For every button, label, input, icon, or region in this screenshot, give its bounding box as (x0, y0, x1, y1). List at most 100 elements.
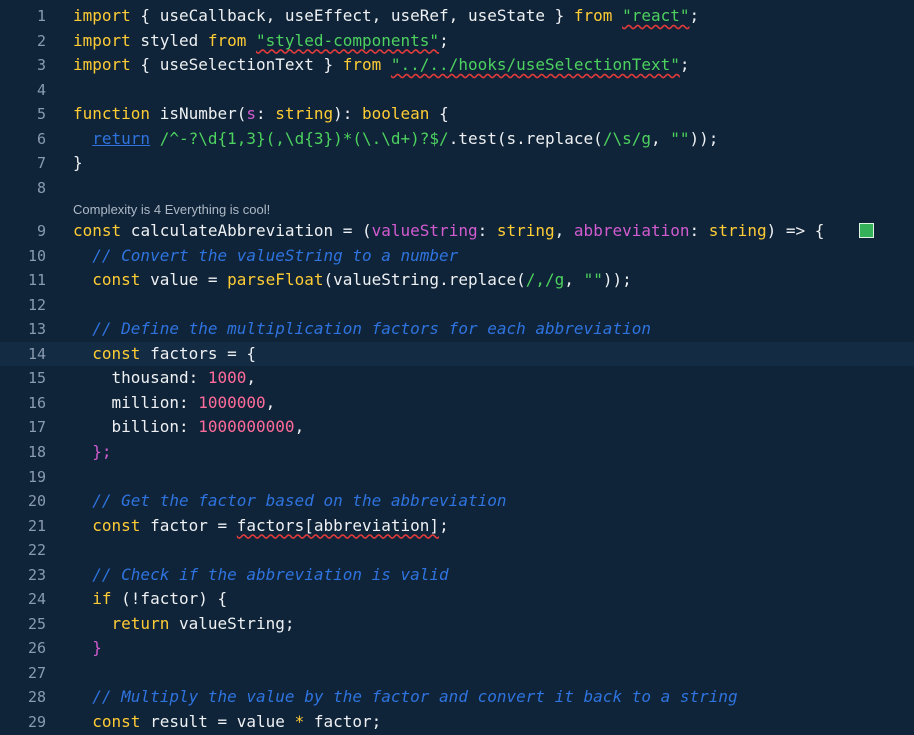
line-number: 13 (27, 320, 46, 339)
code-token: thousand: (73, 368, 208, 388)
code-line[interactable]: 23 // Check if the abbreviation is valid (0, 563, 914, 588)
code-line[interactable]: 21 const factor = factors[abbreviation]; (0, 514, 914, 539)
code-token: s (246, 104, 257, 123)
code-line[interactable]: 2 import styled from "styled-components"; (0, 29, 914, 54)
code-line[interactable]: 14 const factors = { (0, 341, 914, 367)
code-text[interactable]: const result = value * factor; (73, 710, 381, 735)
code-line[interactable]: 4 (0, 78, 914, 103)
code-line[interactable]: 28 // Multiply the value by the factor a… (0, 685, 914, 710)
line-number: 17 (27, 418, 46, 437)
code-token: isNumber( (150, 104, 247, 123)
code-line[interactable]: 5 function isNumber(s: string): boolean { (0, 102, 914, 127)
code-token: abbreviation (573, 221, 690, 240)
code-line[interactable]: 12 (0, 293, 914, 318)
code-line[interactable]: 10 // Convert the valueString to a numbe… (0, 244, 914, 269)
line-number: 14 (27, 344, 46, 363)
code-line[interactable]: 3 import { useSelectionText } from "../..… (0, 53, 914, 78)
code-token: (!factor) { (111, 589, 228, 609)
code-line[interactable]: 16 million: 1000000, (0, 391, 914, 416)
code-token: import (73, 6, 131, 25)
code-token: , (265, 392, 276, 412)
code-text[interactable]: return /^-?\d{1,3}(,\d{3})*(\.\d+)?$/.te… (73, 127, 718, 152)
code-line[interactable]: 18 }; (0, 440, 914, 465)
code-line[interactable]: 1 import { useCallback, useEffect, useRef… (0, 4, 914, 29)
code-line[interactable]: 11 const value = parseFloat(valueString.… (0, 268, 914, 293)
code-token: valueString (371, 221, 478, 240)
code-text[interactable]: return valueString; (73, 612, 295, 637)
code-text[interactable]: thousand: 1000, (73, 366, 257, 391)
code-line[interactable]: 8 (0, 176, 914, 201)
code-token: import (73, 55, 131, 74)
line-number: 22 (27, 541, 46, 560)
code-token: styled (130, 30, 208, 50)
code-token: calculateAbbreviation = ( (121, 221, 372, 240)
code-line[interactable]: 25 return valueString; (0, 612, 914, 637)
code-token: , (650, 128, 671, 148)
code-text[interactable]: // Convert the valueString to a number (73, 244, 458, 269)
code-text[interactable]: // Get the factor based on the abbreviat… (73, 489, 506, 514)
code-token: ; (439, 30, 449, 50)
code-line[interactable]: 24 if (!factor) { (0, 587, 914, 612)
code-token: : (689, 221, 709, 240)
code-text[interactable]: const factors = { (73, 342, 256, 367)
line-number: 12 (27, 295, 46, 314)
code-text[interactable]: const factor = factors[abbreviation]; (73, 514, 449, 539)
code-lens-complexity[interactable]: Complexity is 4 Everything is cool! (73, 202, 270, 217)
code-line[interactable]: 6 return /^-?\d{1,3}(,\d{3})*(\.\d+)?$/.… (0, 127, 914, 152)
code-text[interactable]: if (!factor) { (73, 587, 227, 612)
code-token: const (92, 515, 141, 535)
code-token: { useCallback, useEffect, useRef, useSta… (130, 6, 574, 25)
code-text[interactable]: // Define the multiplication factors for… (73, 317, 651, 342)
line-number: 21 (27, 516, 46, 535)
code-text[interactable]: }; (73, 440, 111, 465)
code-line[interactable]: 13 // Define the multiplication factors … (0, 317, 914, 342)
line-number: 1 (36, 7, 46, 25)
code-text[interactable]: import { useSelectionText } from "../../… (73, 53, 690, 78)
line-number: 28 (27, 688, 46, 707)
code-token: const (92, 712, 141, 731)
code-token: "" (670, 128, 690, 148)
code-text[interactable]: import { useCallback, useEffect, useRef,… (73, 4, 699, 29)
code-text[interactable]: billion: 1000000000, (73, 415, 305, 440)
code-text[interactable]: // Multiply the value by the factor and … (73, 685, 737, 710)
code-line[interactable]: 20 // Get the factor based on the abbrev… (0, 489, 914, 514)
code-token: : (477, 221, 497, 240)
code-token: import (73, 30, 131, 50)
code-line[interactable]: 9 const calculateAbbreviation = (valueStr… (0, 219, 914, 244)
status-marker-icon (859, 223, 874, 238)
code-text[interactable]: import styled from "styled-components"; (73, 29, 449, 54)
code-token: string (708, 221, 767, 240)
code-token: const (92, 270, 141, 290)
code-token: from (342, 55, 382, 74)
code-token: ; (439, 515, 449, 535)
code-text[interactable]: million: 1000000, (73, 391, 276, 416)
code-token: , (564, 270, 584, 290)
code-token: "" (583, 270, 603, 290)
code-text[interactable]: const calculateAbbreviation = (valueStri… (73, 219, 824, 244)
code-token: factors = { (140, 343, 257, 363)
code-text[interactable]: const value = parseFloat(valueString.rep… (73, 268, 631, 293)
code-line[interactable]: 19 (0, 465, 914, 490)
line-number: 24 (27, 590, 46, 609)
code-token: )); (689, 128, 719, 148)
code-line[interactable]: 26 } (0, 636, 914, 661)
code-text[interactable]: } (73, 151, 83, 176)
code-token: /^-?\d{1,3}(,\d{3})*(\.\d+)?$/ (159, 128, 449, 148)
code-line[interactable]: 17 billion: 1000000000, (0, 415, 914, 440)
code-line[interactable]: 22 (0, 538, 914, 563)
code-text[interactable]: // Check if the abbreviation is valid (73, 563, 448, 588)
code-line[interactable]: 29 const result = value * factor; (0, 710, 914, 735)
code-line[interactable]: 27 (0, 661, 914, 686)
line-number: 27 (27, 663, 46, 682)
code-editor[interactable]: Complexity is 4 Everything is cool! 1 imp… (0, 0, 914, 732)
code-text[interactable]: } (73, 636, 102, 661)
code-token: billion: (73, 417, 199, 437)
code-token: million: (73, 392, 199, 412)
code-line[interactable]: 7} (0, 151, 914, 176)
code-text[interactable]: function isNumber(s: string): boolean { (73, 102, 449, 127)
code-line[interactable]: 15 thousand: 1000, (0, 366, 914, 391)
